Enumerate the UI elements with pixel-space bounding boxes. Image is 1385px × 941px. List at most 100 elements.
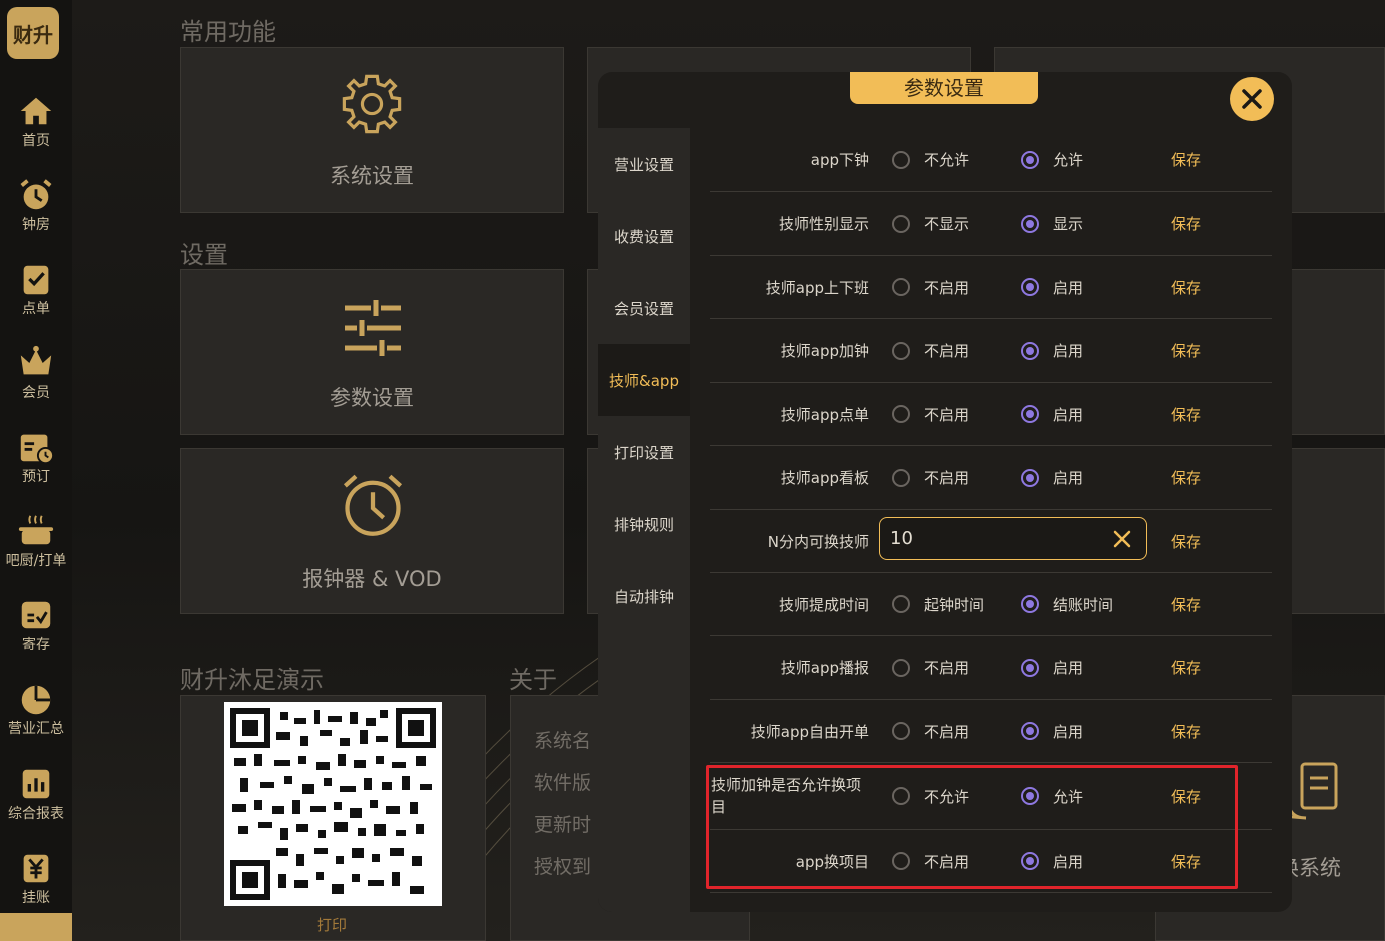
- radio-option-label[interactable]: 不允许: [924, 763, 969, 829]
- radio-option-label[interactable]: 起钟时间: [924, 573, 984, 635]
- setting-row: 技师加钟是否允许换项目 不允许 允许 保存: [710, 763, 1272, 830]
- radio-button[interactable]: [1021, 595, 1039, 613]
- settings-tabs: 营业设置 收费设置 会员设置 技师&app 打印设置 排钟规则 自动排钟: [598, 128, 690, 912]
- radio-button[interactable]: [892, 150, 910, 169]
- save-button[interactable]: 保存: [1171, 383, 1201, 445]
- clear-icon[interactable]: [1112, 529, 1132, 549]
- save-button[interactable]: 保存: [1171, 192, 1201, 255]
- close-icon: [1242, 89, 1262, 109]
- save-button[interactable]: 保存: [1171, 446, 1201, 509]
- nav-item-kitchen[interactable]: 吧厨/打单: [0, 508, 72, 578]
- section-title-settings: 设置: [180, 241, 228, 269]
- radio-button[interactable]: [1021, 658, 1039, 677]
- setting-row: app下钟 不允许 允许 保存: [710, 128, 1272, 192]
- radio-option-label[interactable]: 启用: [1053, 383, 1083, 445]
- radio-button[interactable]: [892, 468, 910, 487]
- save-button[interactable]: 保存: [1171, 510, 1201, 572]
- setting-row: 技师提成时间 起钟时间 结账时间 保存: [710, 573, 1272, 636]
- nav-item-member[interactable]: 会员: [0, 340, 72, 410]
- nav-item-clock-room[interactable]: 钟房: [0, 172, 72, 242]
- tab-clock-rules[interactable]: 排钟规则: [598, 488, 690, 560]
- radio-button[interactable]: [892, 722, 910, 740]
- radio-option-label[interactable]: 不启用: [924, 636, 969, 699]
- radio-button[interactable]: [1021, 405, 1039, 423]
- radio-button[interactable]: [1021, 468, 1039, 487]
- radio-button[interactable]: [892, 595, 910, 613]
- pie-chart-icon: [21, 685, 51, 715]
- radio-button[interactable]: [892, 658, 910, 677]
- setting-label: app下钟: [810, 151, 869, 169]
- radio-option-label[interactable]: 启用: [1053, 636, 1083, 699]
- radio-option-label[interactable]: 不启用: [924, 256, 969, 318]
- setting-label: N分内可换技师: [767, 532, 869, 551]
- radio-button[interactable]: [1021, 787, 1039, 805]
- setting-row: 技师app点单 不启用 启用 保存: [710, 383, 1272, 446]
- radio-option-label[interactable]: 启用: [1053, 319, 1083, 382]
- radio-option-label[interactable]: 显示: [1053, 192, 1083, 255]
- radio-button[interactable]: [1021, 150, 1039, 169]
- radio-option-label[interactable]: 启用: [1053, 830, 1083, 892]
- nav-item-storage[interactable]: 寄存: [0, 592, 72, 662]
- nav-label: 寄存: [22, 637, 50, 653]
- close-button[interactable]: [1230, 77, 1274, 121]
- system-settings-card[interactable]: 系统设置: [180, 47, 564, 213]
- nav-item-home[interactable]: 首页: [0, 88, 72, 158]
- qr-code-image: [230, 708, 436, 900]
- save-button[interactable]: 保存: [1171, 763, 1201, 829]
- radio-button[interactable]: [1021, 214, 1039, 233]
- radio-option-label[interactable]: 不启用: [924, 319, 969, 382]
- radio-option-label[interactable]: 不启用: [924, 383, 969, 445]
- nav-item-report[interactable]: 综合报表: [0, 761, 72, 831]
- setting-row: 技师性别显示 不显示 显示 保存: [710, 192, 1272, 256]
- tab-print-settings[interactable]: 打印设置: [598, 416, 690, 488]
- tab-technician-app[interactable]: 技师&app: [598, 344, 690, 416]
- tab-auto-clock[interactable]: 自动排钟: [598, 560, 690, 632]
- nav-item-booking[interactable]: 预订: [0, 424, 72, 494]
- setting-label: 技师加钟是否允许换项目: [711, 776, 862, 816]
- save-button[interactable]: 保存: [1171, 256, 1201, 318]
- save-button[interactable]: 保存: [1171, 636, 1201, 699]
- radio-button[interactable]: [892, 214, 910, 233]
- parameter-settings-card[interactable]: 参数设置: [180, 269, 564, 435]
- radio-button[interactable]: [892, 852, 910, 870]
- radio-button[interactable]: [892, 787, 910, 805]
- minutes-input[interactable]: [890, 518, 1110, 559]
- tab-business-settings[interactable]: 营业设置: [598, 128, 690, 200]
- radio-button[interactable]: [1021, 341, 1039, 360]
- sidebar-bottom-toggle[interactable]: [0, 913, 72, 941]
- radio-option-label[interactable]: 允许: [1053, 763, 1083, 829]
- radio-button[interactable]: [892, 278, 910, 296]
- section-title-about: 关于: [509, 666, 557, 694]
- save-button[interactable]: 保存: [1171, 830, 1201, 892]
- nav-item-order[interactable]: 点单: [0, 256, 72, 326]
- radio-option-label[interactable]: 不启用: [924, 700, 969, 762]
- radio-option-label[interactable]: 不允许: [924, 128, 969, 191]
- radio-button[interactable]: [892, 405, 910, 423]
- radio-button[interactable]: [1021, 852, 1039, 870]
- nav-item-summary[interactable]: 营业汇总: [0, 676, 72, 746]
- setting-row: 技师app自由开单 不启用 启用 保存: [710, 700, 1272, 763]
- nav-item-credit[interactable]: 挂账: [0, 845, 72, 915]
- radio-option-label[interactable]: 不启用: [924, 830, 969, 892]
- radio-option-label[interactable]: 结账时间: [1053, 573, 1113, 635]
- radio-option-label[interactable]: 允许: [1053, 128, 1083, 191]
- radio-option-label[interactable]: 启用: [1053, 256, 1083, 318]
- tab-member-settings[interactable]: 会员设置: [598, 272, 690, 344]
- radio-option-label[interactable]: 启用: [1053, 446, 1083, 509]
- save-button[interactable]: 保存: [1171, 128, 1201, 191]
- print-link[interactable]: 打印: [317, 914, 347, 935]
- nav-label: 吧厨/打单: [5, 553, 67, 569]
- radio-button[interactable]: [892, 341, 910, 360]
- gear-icon: [342, 74, 402, 134]
- radio-option-label[interactable]: 不启用: [924, 446, 969, 509]
- radio-option-label[interactable]: 不显示: [924, 192, 969, 255]
- save-button[interactable]: 保存: [1171, 573, 1201, 635]
- radio-option-label[interactable]: 启用: [1053, 700, 1083, 762]
- radio-button[interactable]: [1021, 278, 1039, 296]
- save-button[interactable]: 保存: [1171, 319, 1201, 382]
- calendar-clock-icon: [20, 434, 55, 465]
- qr-code: [224, 702, 442, 906]
- save-button[interactable]: 保存: [1171, 700, 1201, 762]
- radio-button[interactable]: [1021, 722, 1039, 740]
- tab-charge-settings[interactable]: 收费设置: [598, 200, 690, 272]
